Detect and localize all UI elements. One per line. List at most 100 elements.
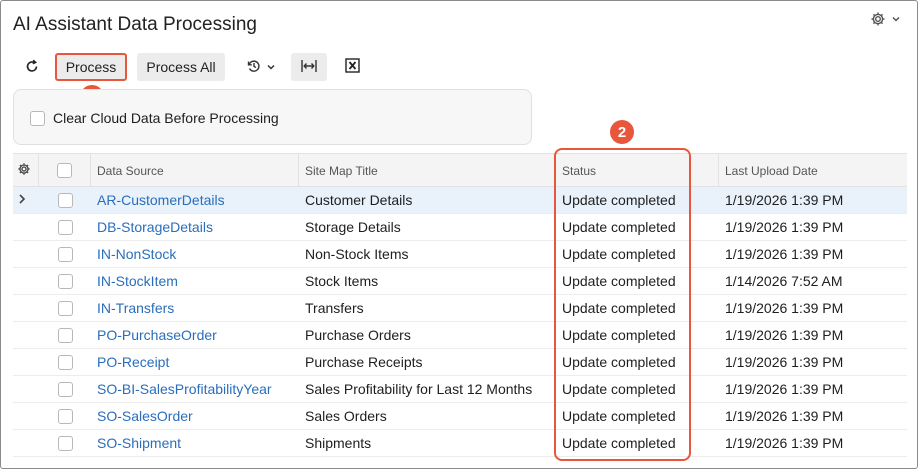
last-upload-date-cell: 1/19/2026 1:39 PM [725,327,844,343]
row-expand-cell [13,268,39,294]
data-source-link[interactable]: PO-PurchaseOrder [91,322,299,348]
chevron-down-icon [266,59,276,75]
site-map-title-cell: Sales Profitability for Last 12 Months [305,381,533,397]
data-source-link[interactable]: PO-Receipt [91,349,299,375]
site-map-title-cell: Shipments [305,435,372,451]
data-source-link[interactable]: IN-NonStock [91,241,299,267]
table-row[interactable]: SO-BI-SalesProfitabilityYear Sales Profi… [13,376,907,403]
row-select-cell [39,295,91,321]
process-all-button[interactable]: Process All [137,53,225,81]
row-checkbox[interactable] [57,246,73,262]
table-row[interactable]: IN-StockItem Stock Items Update complete… [13,268,907,295]
row-expand-cell [13,430,39,456]
column-header-status[interactable]: Status [556,154,719,187]
site-map-title-cell: Non-Stock Items [305,246,409,262]
row-checkbox[interactable] [57,435,73,451]
table-row[interactable]: AR-CustomerDetails Customer Details Upda… [13,187,907,214]
options-panel: Clear Cloud Data Before Processing [13,89,532,145]
select-all-checkbox[interactable] [57,163,72,178]
row-checkbox[interactable] [57,300,73,316]
history-dropdown[interactable] [241,53,281,81]
last-upload-date-cell: 1/14/2026 7:52 AM [725,273,843,289]
select-all-cell [39,154,91,187]
last-upload-date-cell: 1/19/2026 1:39 PM [725,354,844,370]
status-cell: Update completed [562,354,676,370]
column-header-site-map-title[interactable]: Site Map Title [299,154,556,187]
fit-columns-icon [300,58,318,77]
chevron-down-icon [891,14,901,24]
status-cell: Update completed [562,246,676,262]
table-row[interactable]: DB-StorageDetails Storage Details Update… [13,214,907,241]
refresh-button[interactable] [19,53,45,81]
last-upload-date-cell: 1/19/2026 1:39 PM [725,408,844,424]
data-source-link[interactable]: IN-Transfers [91,295,299,321]
clear-cloud-checkbox[interactable] [30,110,45,126]
column-header-last-upload-date[interactable]: Last Upload Date [719,154,907,187]
row-checkbox[interactable] [57,219,73,235]
row-expand-cell [13,376,39,402]
status-cell: Update completed [562,327,676,343]
row-checkbox[interactable] [57,327,73,343]
last-upload-date-cell: 1/19/2026 1:39 PM [725,435,844,451]
toolbar: Process Process All [15,53,375,81]
data-source-link[interactable]: SO-SalesOrder [91,403,299,429]
grid-header: Data Source Site Map Title Status Last U… [13,153,907,187]
clear-cloud-option[interactable]: Clear Cloud Data Before Processing [30,110,279,126]
site-map-title-cell: Customer Details [305,192,413,208]
row-expand-cell [13,322,39,348]
status-cell: Update completed [562,273,676,289]
table-row[interactable]: SO-Shipment Shipments Update completed 1… [13,430,907,457]
export-excel-button[interactable] [337,53,367,81]
table-row[interactable]: SO-SalesOrder Sales Orders Update comple… [13,403,907,430]
table-row[interactable]: PO-Receipt Purchase Receipts Update comp… [13,349,907,376]
settings-menu[interactable] [870,11,901,27]
data-source-link[interactable]: IN-StockItem [91,268,299,294]
column-header-data-source[interactable]: Data Source [91,154,299,187]
excel-icon [344,58,360,76]
row-expand-cell [13,295,39,321]
last-upload-date-cell: 1/19/2026 1:39 PM [725,381,844,397]
table-row[interactable]: IN-Transfers Transfers Update completed … [13,295,907,322]
data-source-link[interactable]: DB-StorageDetails [91,214,299,240]
row-checkbox[interactable] [57,381,73,397]
row-select-cell [39,241,91,267]
gear-icon [17,162,31,179]
status-cell: Update completed [562,300,676,316]
app-window: AI Assistant Data Processing Process Pro… [0,0,918,469]
last-upload-date-cell: 1/19/2026 1:39 PM [725,219,844,235]
site-map-title-cell: Sales Orders [305,408,387,424]
row-expand-cell [13,241,39,267]
row-checkbox[interactable] [57,273,73,289]
row-expand-cell [13,403,39,429]
row-expand-cell [13,214,39,240]
row-select-cell [39,187,91,213]
last-upload-date-cell: 1/19/2026 1:39 PM [725,192,844,208]
chevron-right-icon [17,192,27,208]
status-cell: Update completed [562,219,676,235]
data-source-link[interactable]: SO-BI-SalesProfitabilityYear [91,376,299,402]
data-source-link[interactable]: AR-CustomerDetails [91,187,299,213]
table-row[interactable]: PO-PurchaseOrder Purchase Orders Update … [13,322,907,349]
site-map-title-cell: Stock Items [305,273,379,289]
data-source-link[interactable]: SO-Shipment [91,430,299,456]
row-select-cell [39,430,91,456]
fit-columns-button[interactable] [291,53,327,81]
row-checkbox[interactable] [57,408,73,424]
row-select-cell [39,349,91,375]
row-expand-cell[interactable] [13,187,39,213]
status-cell: Update completed [562,435,676,451]
row-checkbox[interactable] [57,354,73,370]
status-cell: Update completed [562,192,676,208]
row-select-cell [39,214,91,240]
site-map-title-cell: Transfers [305,300,364,316]
row-select-cell [39,403,91,429]
process-button[interactable]: Process [55,53,127,81]
row-select-cell [39,322,91,348]
row-checkbox[interactable] [57,192,73,208]
refresh-icon [24,58,40,77]
site-map-title-cell: Purchase Receipts [305,354,423,370]
column-settings-button[interactable] [13,154,39,187]
status-cell: Update completed [562,381,676,397]
table-row[interactable]: IN-NonStock Non-Stock Items Update compl… [13,241,907,268]
site-map-title-cell: Storage Details [305,219,401,235]
